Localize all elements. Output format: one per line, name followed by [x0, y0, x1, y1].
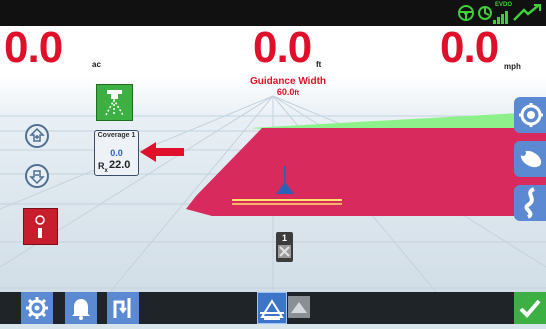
- accept-check-icon: [519, 299, 541, 318]
- area-value: 0.0: [4, 23, 63, 72]
- prescription-label: Rx: [98, 161, 108, 174]
- steering-side-tab[interactable]: [514, 185, 546, 221]
- area-unit: ac: [92, 60, 101, 69]
- zoom-in-icon: [29, 127, 45, 142]
- uturn-button[interactable]: [107, 292, 139, 324]
- rx-subscript: x: [104, 167, 108, 174]
- signal-bars-icon: [493, 11, 508, 24]
- master-switch-button[interactable]: [23, 208, 58, 245]
- gps-icon: [478, 6, 492, 20]
- accept-button[interactable]: [514, 292, 546, 324]
- field-view-button[interactable]: [288, 296, 310, 318]
- guidance-width-title: Guidance Width: [249, 76, 327, 87]
- spray-nozzle-icon: [105, 90, 124, 116]
- guidance-width-value: 60.0ft: [228, 87, 348, 97]
- zoom-out-icon: [29, 170, 45, 185]
- power-switch-icon: [35, 215, 45, 238]
- field-view[interactable]: 1: [0, 76, 546, 292]
- guidance-view-button[interactable]: [257, 292, 287, 324]
- section-number: 1: [281, 233, 287, 243]
- section-indicator[interactable]: 1: [276, 232, 293, 262]
- speed-unit: mph: [504, 62, 521, 71]
- zoom-out-button[interactable]: [25, 164, 49, 188]
- coverage-title: Coverage 1: [97, 132, 136, 139]
- pointer-arrow-icon: [140, 142, 184, 162]
- product-side-tab[interactable]: [514, 141, 546, 177]
- coverage-region: [186, 128, 546, 216]
- alarms-button[interactable]: [65, 292, 97, 324]
- coverage-value: 0.0: [110, 148, 123, 158]
- alarm-bell-icon: [72, 299, 90, 320]
- zoom-in-button[interactable]: [25, 124, 49, 148]
- steering-tab-icon: [524, 187, 535, 219]
- prescription-rate: 22.0: [109, 159, 131, 171]
- guidance-width-unit: ft: [294, 90, 300, 97]
- readout-header: 0.0 ac 0.0 ft 0.0 mph: [0, 26, 546, 76]
- uturn-icon: [113, 298, 131, 318]
- spray-tab-icon: [520, 150, 542, 168]
- settings-gear-tab-icon: [519, 103, 543, 127]
- coverage-card[interactable]: Coverage 1 0.0 Rx 22.0: [94, 130, 139, 176]
- field-view-icon: [291, 302, 307, 313]
- wrench-check-icon: [513, 4, 541, 21]
- guidance-view-icon: [260, 299, 284, 320]
- steering-wheel-icon: [458, 5, 474, 21]
- speed-value: 0.0: [440, 23, 499, 72]
- distance-value: 0.0: [253, 23, 312, 72]
- settings-side-tab[interactable]: [514, 97, 546, 133]
- distance-unit: ft: [316, 60, 322, 69]
- section-off-icon: [278, 245, 291, 258]
- network-label: EVDO: [495, 2, 513, 8]
- guidance-width-number: 60.0: [276, 87, 295, 97]
- spray-boom-button[interactable]: [96, 84, 133, 121]
- settings-gear-icon: [26, 297, 48, 319]
- settings-button[interactable]: [21, 292, 53, 324]
- field-grid: [0, 95, 546, 292]
